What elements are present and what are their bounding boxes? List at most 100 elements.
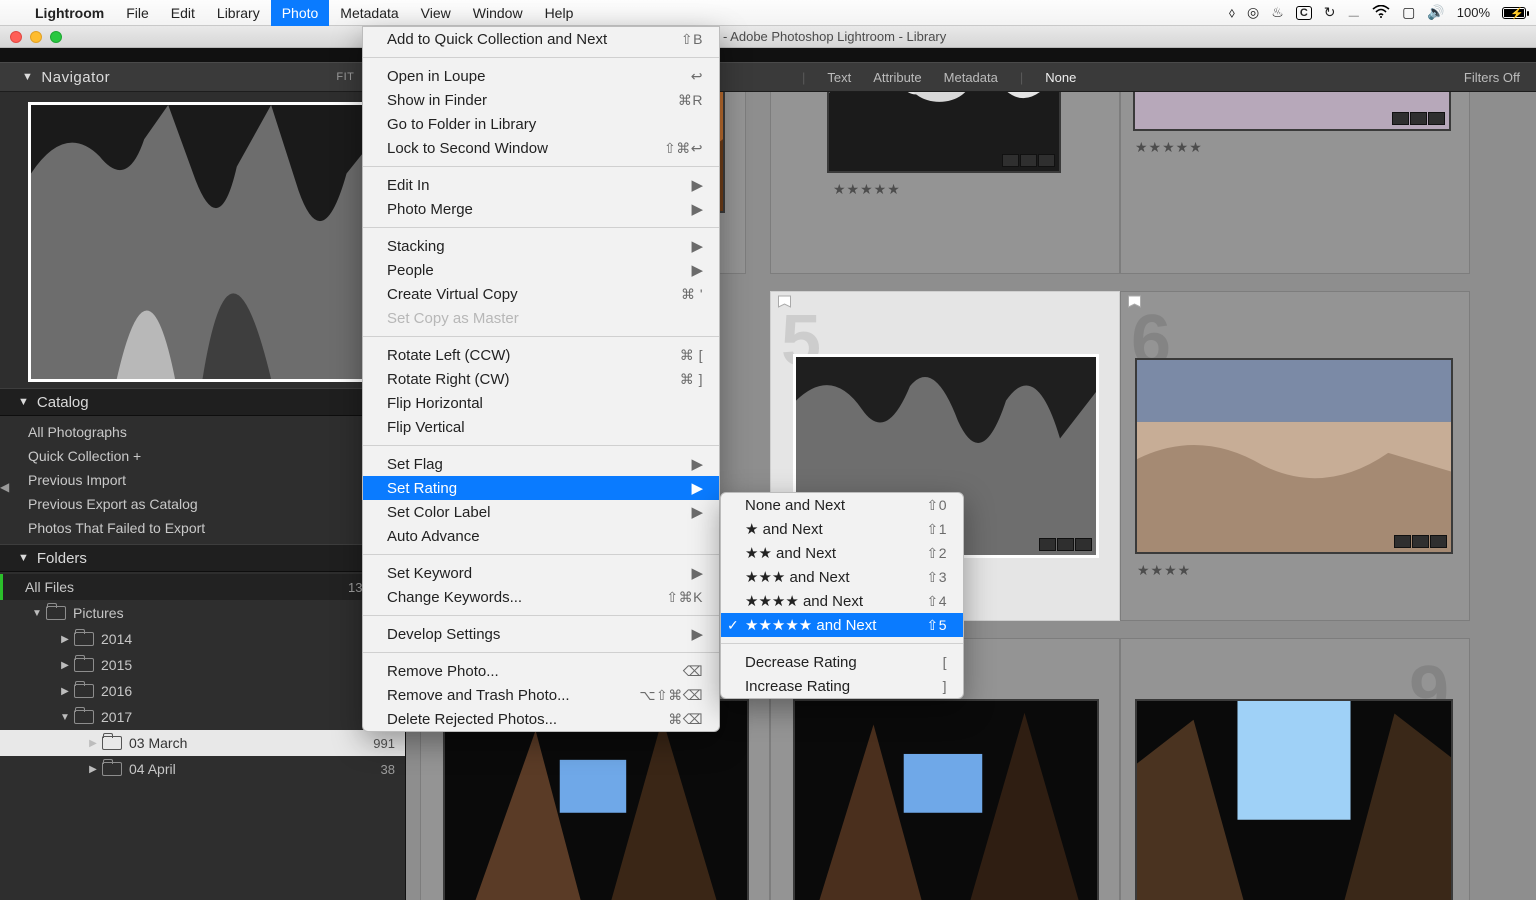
- menu-item[interactable]: Decrease Rating[: [721, 650, 963, 674]
- menu-item[interactable]: None and Next⇧0: [721, 493, 963, 517]
- catalog-item[interactable]: Previous Export as Catalog: [0, 492, 405, 516]
- menu-item[interactable]: Develop Settings▶: [363, 622, 719, 646]
- expand-left-icon[interactable]: ◀: [0, 480, 9, 494]
- folders-header[interactable]: ▼ Folders: [0, 544, 405, 572]
- menu-item[interactable]: Create Virtual Copy⌘ ': [363, 282, 719, 306]
- folder-row[interactable]: ▼20171029: [0, 704, 405, 730]
- folder-icon: [102, 736, 122, 750]
- menu-item[interactable]: Show in Finder⌘R: [363, 88, 719, 112]
- menu-item[interactable]: Auto Advance: [363, 524, 719, 548]
- grid-cell[interactable]: ★★★★★: [770, 92, 1120, 274]
- filter-text[interactable]: Text: [827, 70, 851, 85]
- catalog-item[interactable]: Quick Collection +: [0, 444, 405, 468]
- disclosure-icon[interactable]: ▶: [88, 764, 98, 775]
- menu-item[interactable]: Increase Rating]: [721, 674, 963, 698]
- navigator-preview[interactable]: [28, 102, 377, 382]
- disclosure-icon[interactable]: ▶: [88, 738, 98, 749]
- folder-row[interactable]: ▶04 April38: [0, 756, 405, 782]
- volume-icon[interactable]: 🔊: [1427, 4, 1444, 21]
- menu-item[interactable]: Flip Vertical: [363, 415, 719, 439]
- menu-item[interactable]: Rotate Left (CCW)⌘ [: [363, 343, 719, 367]
- filters-off[interactable]: Filters Off: [1464, 70, 1520, 85]
- nav-fit[interactable]: FIT: [336, 71, 354, 83]
- navigator-header[interactable]: ▼ Navigator: [22, 69, 110, 86]
- menu-window[interactable]: Window: [462, 0, 534, 26]
- filter-attribute[interactable]: Attribute: [873, 70, 921, 85]
- folder-row[interactable]: ▶2015: [0, 652, 405, 678]
- folder-row[interactable]: ▶2016: [0, 678, 405, 704]
- grid-cell[interactable]: ★★★★★: [1120, 92, 1470, 274]
- menu-item[interactable]: Set Color Label▶: [363, 500, 719, 524]
- dropbox-icon[interactable]: ⬨: [1229, 4, 1235, 21]
- cc-icon[interactable]: ◎: [1247, 4, 1259, 21]
- minimize-window-button[interactable]: [30, 31, 42, 43]
- menu-item[interactable]: Remove Photo...⌫: [363, 659, 719, 683]
- folder-row[interactable]: ▼ Pictures: [0, 600, 405, 626]
- disclosure-icon[interactable]: ▶: [60, 634, 70, 645]
- c-icon[interactable]: C: [1296, 6, 1312, 20]
- timemachine-icon[interactable]: ↻: [1324, 4, 1336, 21]
- menu-item[interactable]: Add to Quick Collection and Next⇧B: [363, 27, 719, 51]
- menu-item[interactable]: Rotate Right (CW)⌘ ]: [363, 367, 719, 391]
- folder-icon: [74, 684, 94, 698]
- menu-file[interactable]: File: [115, 0, 160, 26]
- catalog-item[interactable]: Previous Import: [0, 468, 405, 492]
- menu-metadata[interactable]: Metadata: [329, 0, 409, 26]
- catalog-item[interactable]: All Photographs: [0, 420, 405, 444]
- menu-item[interactable]: ✓★★★★★ and Next⇧5: [721, 613, 963, 637]
- volume-row[interactable]: All Files 139 / 69: [0, 574, 405, 600]
- rating-stars[interactable]: ★★★★: [1137, 562, 1191, 579]
- menu-item-label: Open in Loupe: [387, 68, 663, 85]
- menu-item[interactable]: Photo Merge▶: [363, 197, 719, 221]
- menu-item[interactable]: Set Rating▶: [363, 476, 719, 500]
- grid-cell[interactable]: 6 ★★★★: [1120, 291, 1470, 621]
- rating-stars[interactable]: ★★★★★: [1135, 139, 1203, 156]
- menu-item[interactable]: Remove and Trash Photo...⌥⇧⌘⌫: [363, 683, 719, 707]
- menu-item[interactable]: Lock to Second Window⇧⌘↩: [363, 136, 719, 160]
- zoom-window-button[interactable]: [50, 31, 62, 43]
- disclosure-icon[interactable]: ▼: [60, 712, 70, 723]
- menu-item[interactable]: ★★★ and Next⇧3: [721, 565, 963, 589]
- menu-item[interactable]: Edit In▶: [363, 173, 719, 197]
- menu-library[interactable]: Library: [206, 0, 271, 26]
- menu-item[interactable]: ★★ and Next⇧2: [721, 541, 963, 565]
- catalog-item[interactable]: Photos That Failed to Export: [0, 516, 405, 540]
- menu-item[interactable]: Change Keywords...⇧⌘K: [363, 585, 719, 609]
- menu-edit[interactable]: Edit: [160, 0, 206, 26]
- menu-item-label: Flip Vertical: [387, 419, 703, 436]
- disclosure-icon[interactable]: ▶: [60, 686, 70, 697]
- menu-item[interactable]: ★ and Next⇧1: [721, 517, 963, 541]
- catalog-header[interactable]: ▼ Catalog: [0, 388, 405, 416]
- filter-none[interactable]: None: [1045, 70, 1076, 85]
- menu-help[interactable]: Help: [534, 0, 585, 26]
- menu-item[interactable]: Set Flag▶: [363, 452, 719, 476]
- disclosure-icon[interactable]: ▼: [32, 608, 42, 619]
- folder-label: Pictures: [73, 605, 124, 621]
- menu-item[interactable]: Open in Loupe↩: [363, 64, 719, 88]
- menu-shortcut: ⇧3: [926, 569, 947, 586]
- app-menu[interactable]: Lightroom: [24, 0, 115, 26]
- menu-item[interactable]: Stacking▶: [363, 234, 719, 258]
- folder-row[interactable]: ▶2014: [0, 626, 405, 652]
- airplay-icon[interactable]: ▢: [1402, 4, 1415, 21]
- menu-item[interactable]: Set Keyword▶: [363, 561, 719, 585]
- filter-metadata[interactable]: Metadata: [944, 70, 998, 85]
- disclosure-icon[interactable]: ▶: [60, 660, 70, 671]
- wifi-icon[interactable]: [1372, 5, 1390, 21]
- bluetooth-icon[interactable]: ⚊: [1348, 4, 1361, 21]
- flame-icon[interactable]: ♨: [1271, 4, 1284, 21]
- menu-item-label: Set Keyword: [387, 565, 671, 582]
- rating-stars[interactable]: ★★★★★: [833, 181, 901, 198]
- folder-row[interactable]: ▶03 March991: [0, 730, 405, 756]
- menu-item[interactable]: Delete Rejected Photos...⌘⌫: [363, 707, 719, 731]
- battery-icon[interactable]: ⚡: [1502, 7, 1526, 19]
- menu-photo[interactable]: Photo: [271, 0, 330, 26]
- menu-item[interactable]: Flip Horizontal: [363, 391, 719, 415]
- menu-view[interactable]: View: [410, 0, 462, 26]
- menu-item[interactable]: ★★★★ and Next⇧4: [721, 589, 963, 613]
- close-window-button[interactable]: [10, 31, 22, 43]
- window-titlebar: lined Catalog-2.lrcat - Adobe Photoshop …: [0, 26, 1536, 48]
- menu-item[interactable]: Go to Folder in Library: [363, 112, 719, 136]
- grid-cell[interactable]: 9: [1120, 638, 1470, 900]
- menu-item[interactable]: People▶: [363, 258, 719, 282]
